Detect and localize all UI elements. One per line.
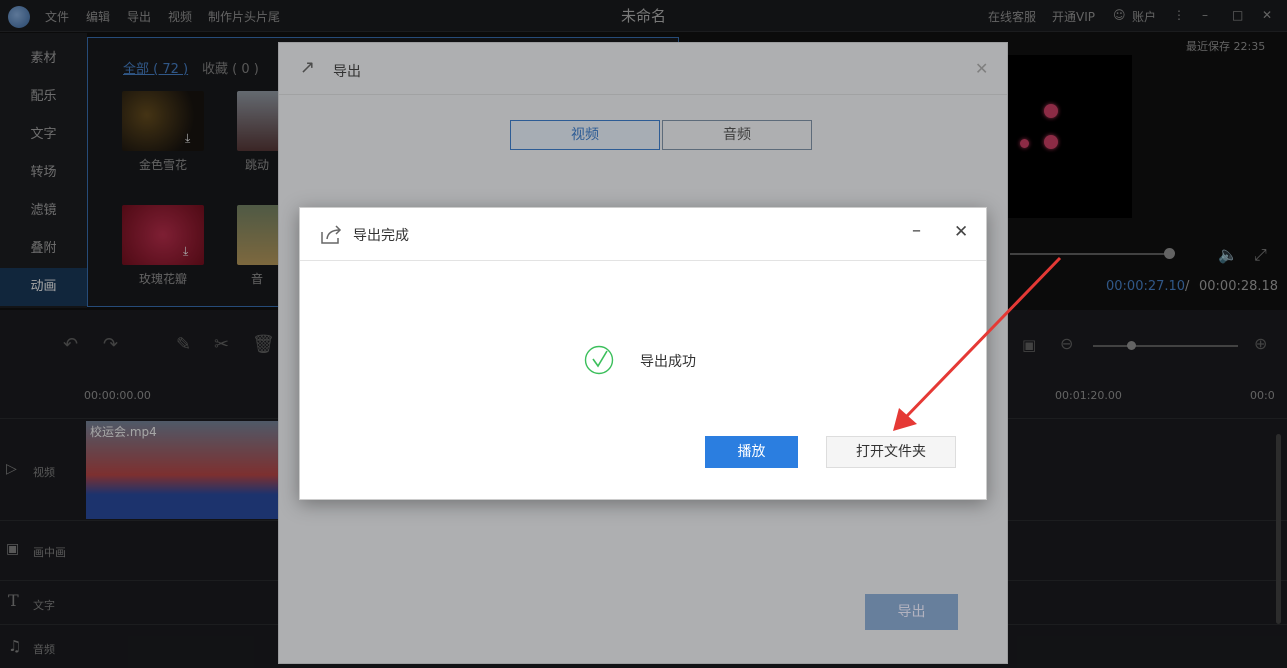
annotation-arrow: [893, 256, 1062, 431]
